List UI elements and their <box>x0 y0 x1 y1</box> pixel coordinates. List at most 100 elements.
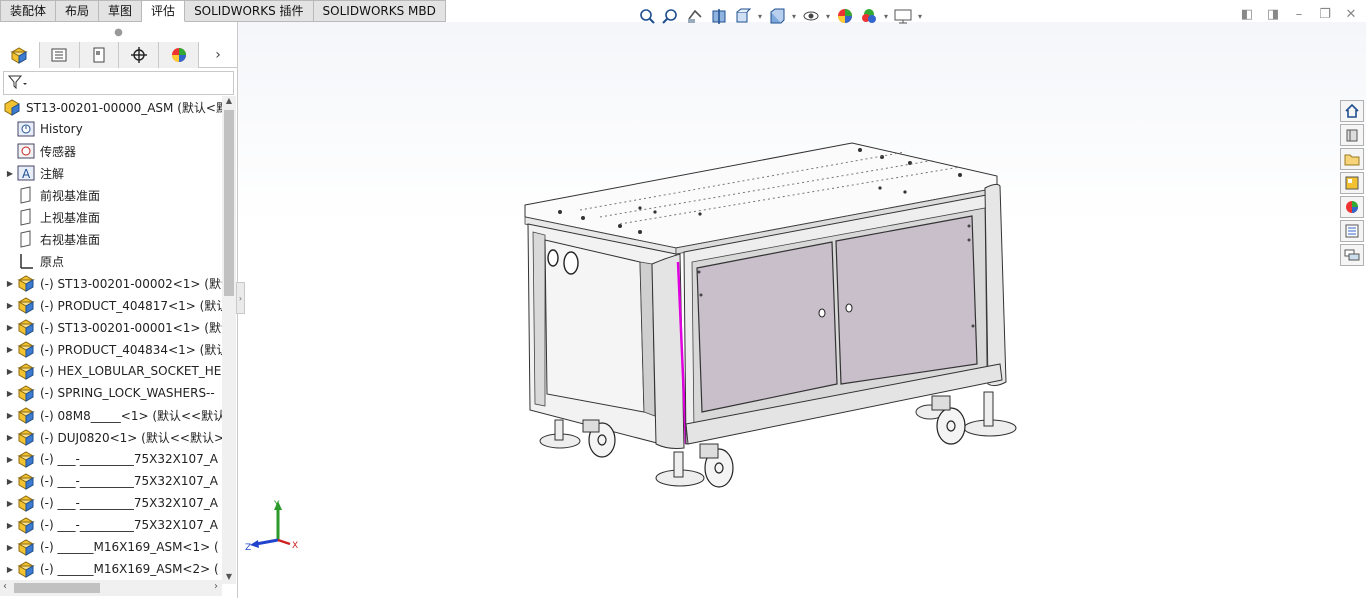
hide-show-items-icon[interactable] <box>800 5 822 27</box>
forum-icon[interactable] <box>1340 244 1364 266</box>
tree-item[interactable]: History <box>0 118 222 140</box>
tab-layout[interactable]: 布局 <box>56 0 100 22</box>
display-manager-tab-icon[interactable] <box>159 42 200 68</box>
scroll-left-icon[interactable]: ‹ <box>3 581 7 592</box>
edit-appearance-icon[interactable] <box>834 5 856 27</box>
tree-item[interactable]: ▶ (-) ______M16X169_ASM<2> ( <box>0 558 222 580</box>
tree-item-label: (-) DUJ0820<1> (默认<<默认> <box>40 430 222 445</box>
plane-icon <box>16 186 36 204</box>
file-explorer-icon[interactable] <box>1340 148 1364 170</box>
scroll-thumb[interactable] <box>14 583 100 593</box>
expand-arrow-icon[interactable]: ▶ <box>4 411 16 420</box>
origin-icon <box>16 252 36 270</box>
tree-horizontal-scrollbar[interactable]: ‹ › <box>0 580 222 596</box>
zoom-to-area-icon[interactable] <box>660 5 682 27</box>
property-manager-tab-icon[interactable] <box>39 42 80 68</box>
tree-item[interactable]: ▶ (-) PRODUCT_404817<1> (默认 <box>0 294 222 316</box>
heads-up-view-toolbar: ▾ ▾ ▾ ▾ ▾ <box>636 4 924 28</box>
scroll-thumb[interactable] <box>224 110 234 296</box>
document-window-controls: ◧ ◨ – ❐ ✕ <box>1236 4 1362 24</box>
tree-item[interactable]: 上视基准面 <box>0 206 222 228</box>
expand-arrow-icon[interactable]: ▶ <box>4 345 16 354</box>
chevron-down-icon[interactable]: ▾ <box>882 12 890 21</box>
expand-arrow-icon[interactable]: ▶ <box>4 301 16 310</box>
tree-item[interactable]: 传感器 <box>0 140 222 162</box>
chevron-down-icon[interactable]: ▾ <box>916 12 924 21</box>
tile-right-icon[interactable]: ◨ <box>1262 4 1284 24</box>
apply-scene-icon[interactable] <box>858 5 880 27</box>
expand-arrow-icon[interactable]: ▶ <box>4 169 16 178</box>
graphics-area[interactable] <box>238 22 1366 598</box>
expand-arrow-icon[interactable]: ▶ <box>4 521 16 530</box>
chevron-down-icon[interactable]: ▾ <box>756 12 764 21</box>
assembly-model[interactable] <box>238 22 1366 598</box>
expand-arrow-icon[interactable]: ▶ <box>4 499 16 508</box>
expand-arrow-icon[interactable]: ▶ <box>4 279 16 288</box>
display-style-icon[interactable] <box>766 5 788 27</box>
tree-item[interactable]: ▶ (-) PRODUCT_404834<1> (默认 <box>0 338 222 360</box>
tree-root[interactable]: ST13-00201-00000_ASM (默认<默认 <box>0 96 222 118</box>
tree-item[interactable]: ▶ (-) ___-_________75X32X107_A <box>0 448 222 470</box>
expand-arrow-icon[interactable]: ▶ <box>4 455 16 464</box>
tree-vertical-scrollbar[interactable]: ▲ ▼ <box>222 96 236 584</box>
scroll-up-icon[interactable]: ▲ <box>222 96 236 108</box>
tree-item[interactable]: ▶ (-) ___-_________75X32X107_A <box>0 514 222 536</box>
tree-item[interactable]: ▶ (-) ______M16X169_ASM<1> ( <box>0 536 222 558</box>
chevron-down-icon[interactable]: ▾ <box>790 12 798 21</box>
tree-item[interactable]: ▶ (-) ___-_________75X32X107_A <box>0 492 222 514</box>
tree-item[interactable]: 原点 <box>0 250 222 272</box>
appearances-icon[interactable] <box>1340 196 1364 218</box>
design-library-icon[interactable] <box>1340 124 1364 146</box>
task-pane <box>1340 100 1364 266</box>
previous-view-icon[interactable] <box>684 5 706 27</box>
tree-item-label: 传感器 <box>40 144 77 159</box>
plane-icon <box>16 208 36 226</box>
home-icon[interactable] <box>1340 100 1364 122</box>
expand-arrow-icon[interactable]: ▶ <box>4 565 16 574</box>
chevron-down-icon[interactable]: ▾ <box>824 12 832 21</box>
expand-arrow-icon[interactable]: ▶ <box>4 389 16 398</box>
tree-item[interactable]: ▶ (-) ST13-00201-00002<1> (默认 <box>0 272 222 294</box>
tree-item[interactable]: ▶ (-) DUJ0820<1> (默认<<默认> <box>0 426 222 448</box>
view-orientation-icon[interactable] <box>732 5 754 27</box>
tab-solidworks-mbd[interactable]: SOLIDWORKS MBD <box>313 0 446 22</box>
tree-item[interactable]: ▶ (-) 08M8_____<1> (默认<<默认 <box>0 404 222 426</box>
tree-item[interactable]: ▶ (-) ___-_________75X32X107_A <box>0 470 222 492</box>
custom-properties-icon[interactable] <box>1340 220 1364 242</box>
panel-collapse-handle[interactable]: › <box>236 282 245 314</box>
restore-icon[interactable]: ❐ <box>1314 4 1336 24</box>
expand-arrow-icon[interactable]: ▶ <box>4 433 16 442</box>
tree-item-label: 注解 <box>40 166 65 181</box>
feature-manager-tab-icon[interactable] <box>0 42 40 68</box>
panel-drag-handle[interactable]: ● <box>0 22 237 42</box>
tree-item-label: (-) 08M8_____<1> (默认<<默认 <box>40 408 222 423</box>
tree-item[interactable]: ▶ (-) ST13-00201-00001<1> (默认 <box>0 316 222 338</box>
tab-sketch[interactable]: 草图 <box>99 0 143 22</box>
minimize-icon[interactable]: – <box>1288 4 1310 24</box>
feature-tree-filter[interactable] <box>3 71 234 95</box>
expand-arrow-icon[interactable]: ▶ <box>4 477 16 486</box>
view-palette-icon[interactable] <box>1340 172 1364 194</box>
tree-item[interactable]: 前视基准面 <box>0 184 222 206</box>
tile-left-icon[interactable]: ◧ <box>1236 4 1258 24</box>
chevron-right-icon[interactable]: › <box>199 42 237 67</box>
tree-item[interactable]: ▶ (-) SPRING_LOCK_WASHERS-- <box>0 382 222 404</box>
part-icon <box>16 538 36 556</box>
scroll-right-icon[interactable]: › <box>214 581 218 592</box>
expand-arrow-icon[interactable]: ▶ <box>4 323 16 332</box>
tree-item[interactable]: 右视基准面 <box>0 228 222 250</box>
section-view-icon[interactable] <box>708 5 730 27</box>
tree-item[interactable]: ▶ (-) HEX_LOBULAR_SOCKET_HE <box>0 360 222 382</box>
configuration-manager-tab-icon[interactable] <box>79 42 120 68</box>
tab-solidworks-addins[interactable]: SOLIDWORKS 插件 <box>185 0 314 22</box>
scroll-down-icon[interactable]: ▼ <box>222 572 236 584</box>
view-settings-icon[interactable] <box>892 5 914 27</box>
dimxpert-manager-tab-icon[interactable] <box>119 42 160 68</box>
tree-item[interactable]: ▶ A 注解 <box>0 162 222 184</box>
tab-assembly[interactable]: 装配体 <box>0 0 57 22</box>
expand-arrow-icon[interactable]: ▶ <box>4 367 16 376</box>
expand-arrow-icon[interactable]: ▶ <box>4 543 16 552</box>
tab-evaluate[interactable]: 评估 <box>142 0 186 22</box>
close-icon[interactable]: ✕ <box>1340 4 1362 24</box>
zoom-to-fit-icon[interactable] <box>636 5 658 27</box>
